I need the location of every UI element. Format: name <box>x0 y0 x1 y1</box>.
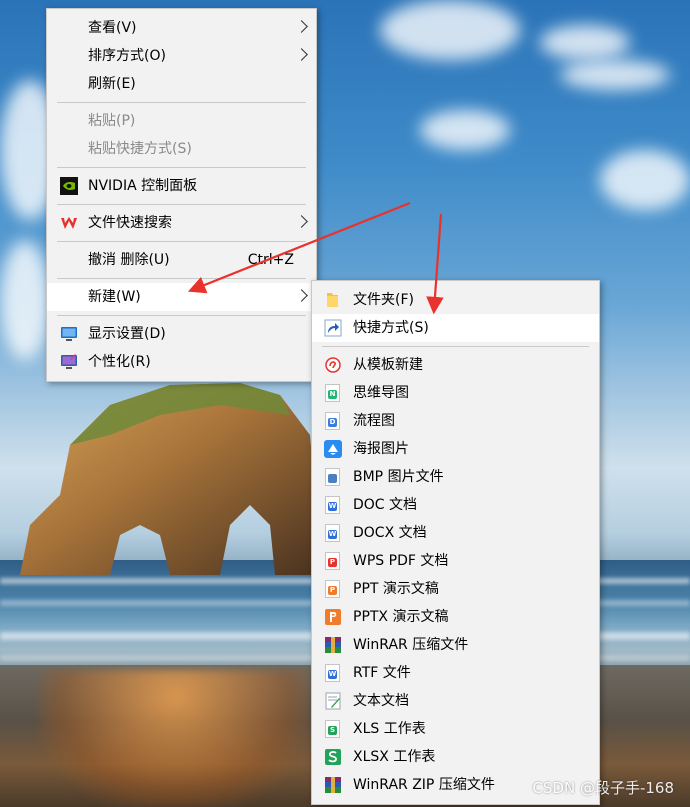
menu-separator <box>57 315 306 316</box>
menu-item-label: DOC 文档 <box>353 497 418 513</box>
template-icon <box>325 357 341 373</box>
new-wps-pdf-item[interactable]: P WPS PDF 文档 <box>312 547 599 575</box>
menu-item-label: 显示设置(D) <box>88 326 166 342</box>
new-bmp-image-item[interactable]: BMP 图片文件 <box>312 463 599 491</box>
winrar-zip-icon <box>325 777 341 793</box>
menu-item-label: WinRAR ZIP 压缩文件 <box>353 777 495 793</box>
menu-item-label: XLS 工作表 <box>353 721 426 737</box>
menu-item-label: 刷新(E) <box>88 76 136 92</box>
menu-item-label: PPTX 演示文稿 <box>353 609 449 625</box>
new-doc-item[interactable]: W DOC 文档 <box>312 491 599 519</box>
doc-file-icon: W <box>325 496 340 514</box>
xls-file-icon: S <box>325 720 340 738</box>
wps-logo-icon <box>61 217 77 229</box>
folder-icon <box>327 293 338 307</box>
menu-item-paste[interactable]: 粘贴(P) <box>47 107 316 135</box>
menu-item-label: WinRAR 压缩文件 <box>353 637 469 653</box>
new-poster-image-item[interactable]: 海报图片 <box>312 435 599 463</box>
pptx-file-icon <box>325 609 341 625</box>
new-winrar-archive-item[interactable]: WinRAR 压缩文件 <box>312 631 599 659</box>
menu-item-label: 思维导图 <box>353 385 409 401</box>
menu-item-label: 从模板新建 <box>353 357 423 373</box>
xlsx-file-icon <box>325 749 341 765</box>
menu-item-undo-delete[interactable]: 撤消 删除(U) Ctrl+Z <box>47 246 316 274</box>
chevron-right-icon <box>295 289 308 302</box>
menu-item-label: BMP 图片文件 <box>353 469 444 485</box>
new-mind-map-item[interactable]: N 思维导图 <box>312 379 599 407</box>
sea-arch-rock <box>20 383 315 575</box>
docx-file-icon: W <box>325 524 340 542</box>
menu-item-view[interactable]: 查看(V) <box>47 14 316 42</box>
nvidia-icon <box>60 177 78 195</box>
menu-item-label: 文件快速搜索 <box>88 215 172 231</box>
pdf-file-icon: P <box>325 552 340 570</box>
menu-item-paste-shortcut[interactable]: 粘贴快捷方式(S) <box>47 135 316 163</box>
new-ppt-item[interactable]: P PPT 演示文稿 <box>312 575 599 603</box>
menu-item-label: 文本文档 <box>353 693 409 709</box>
menu-item-label: WPS PDF 文档 <box>353 553 449 569</box>
flowchart-file-icon: D <box>325 412 340 430</box>
menu-item-label: 撤消 删除(U) <box>88 252 170 268</box>
menu-item-label: 查看(V) <box>88 20 137 36</box>
ppt-file-icon: P <box>325 580 340 598</box>
menu-item-label: 海报图片 <box>353 441 409 457</box>
new-shortcut-item[interactable]: 快捷方式(S) <box>312 314 599 342</box>
menu-item-label: NVIDIA 控制面板 <box>88 178 198 194</box>
text-document-icon <box>325 692 341 710</box>
display-monitor-icon <box>61 327 77 341</box>
menu-item-label: 排序方式(O) <box>88 48 166 64</box>
menu-item-label: DOCX 文档 <box>353 525 427 541</box>
winrar-icon <box>325 637 341 653</box>
menu-item-display-settings[interactable]: 显示设置(D) <box>47 320 316 348</box>
new-xls-item[interactable]: S XLS 工作表 <box>312 715 599 743</box>
poster-image-icon <box>324 440 342 458</box>
menu-item-new[interactable]: 新建(W) <box>47 283 316 311</box>
bmp-file-icon <box>325 468 340 486</box>
new-pptx-item[interactable]: PPTX 演示文稿 <box>312 603 599 631</box>
menu-separator <box>57 204 306 205</box>
menu-item-label: 文件夹(F) <box>353 292 414 308</box>
menu-item-label: RTF 文件 <box>353 665 411 681</box>
new-flowchart-item[interactable]: D 流程图 <box>312 407 599 435</box>
personalize-icon <box>61 354 77 369</box>
shortcut-label: Ctrl+Z <box>247 252 294 268</box>
menu-item-label: 流程图 <box>353 413 395 429</box>
menu-item-nvidia-control-panel[interactable]: NVIDIA 控制面板 <box>47 172 316 200</box>
chevron-right-icon <box>295 215 308 228</box>
menu-item-label: XLSX 工作表 <box>353 749 436 765</box>
shortcut-arrow-icon <box>324 319 342 337</box>
menu-item-label: 新建(W) <box>88 289 141 305</box>
menu-item-personalize[interactable]: 个性化(R) <box>47 348 316 376</box>
new-rtf-item[interactable]: W RTF 文件 <box>312 659 599 687</box>
menu-separator <box>57 167 306 168</box>
menu-item-label: PPT 演示文稿 <box>353 581 439 597</box>
menu-item-label: 粘贴快捷方式(S) <box>88 141 192 157</box>
menu-item-sort-by[interactable]: 排序方式(O) <box>47 42 316 70</box>
chevron-right-icon <box>295 20 308 33</box>
menu-item-file-quick-search[interactable]: 文件快速搜索 <box>47 209 316 237</box>
new-submenu: 文件夹(F) 快捷方式(S) 从模板新建 N 思维导图 D 流程图 海报图片 B… <box>311 280 600 805</box>
menu-item-label: 粘贴(P) <box>88 113 136 129</box>
new-docx-item[interactable]: W DOCX 文档 <box>312 519 599 547</box>
menu-separator <box>57 102 306 103</box>
menu-separator <box>57 278 306 279</box>
menu-separator <box>57 241 306 242</box>
chevron-right-icon <box>295 48 308 61</box>
menu-separator <box>322 346 589 347</box>
menu-item-label: 快捷方式(S) <box>353 320 429 336</box>
desktop-context-menu: 查看(V) 排序方式(O) 刷新(E) 粘贴(P) 粘贴快捷方式(S) NVID… <box>46 8 317 382</box>
new-from-template-item[interactable]: 从模板新建 <box>312 351 599 379</box>
new-xlsx-item[interactable]: XLSX 工作表 <box>312 743 599 771</box>
mind-map-file-icon: N <box>325 384 340 402</box>
menu-item-label: 个性化(R) <box>88 354 151 370</box>
new-text-document-item[interactable]: 文本文档 <box>312 687 599 715</box>
csdn-watermark: CSDN @段子手-168 <box>532 779 674 797</box>
rtf-file-icon: W <box>325 664 340 682</box>
menu-item-refresh[interactable]: 刷新(E) <box>47 70 316 98</box>
new-folder-item[interactable]: 文件夹(F) <box>312 286 599 314</box>
